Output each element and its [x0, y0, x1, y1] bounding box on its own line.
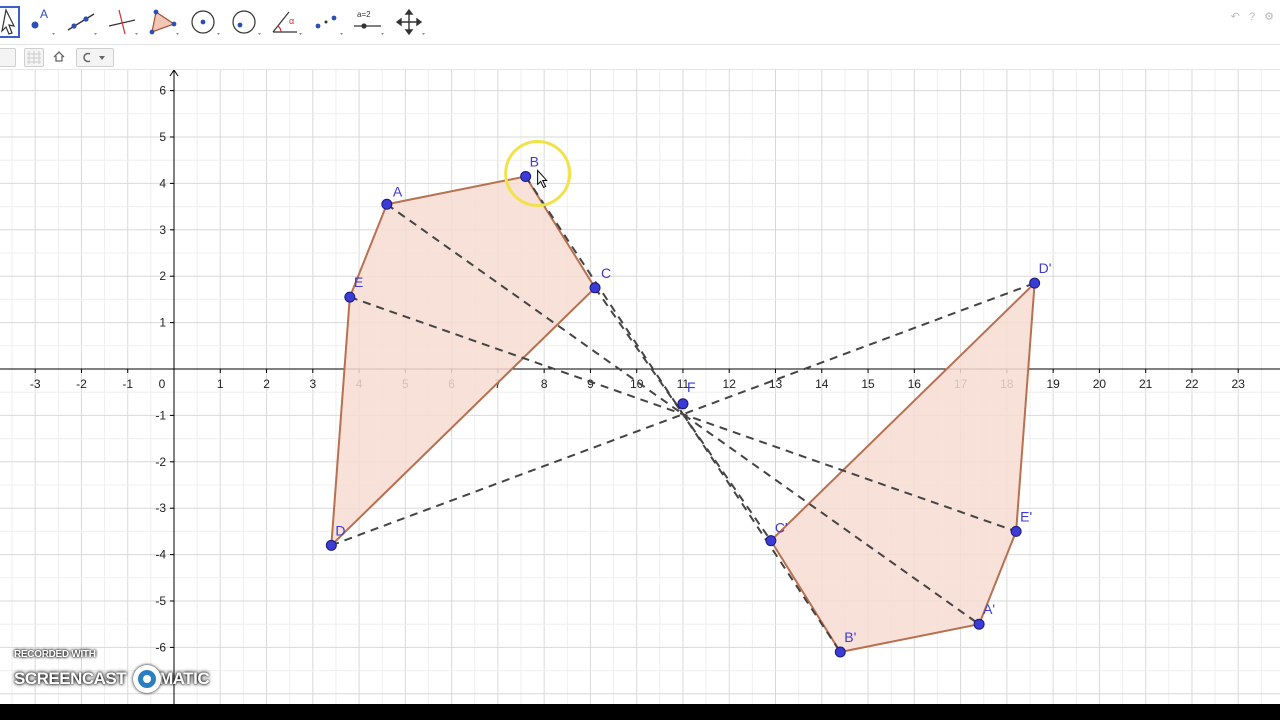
x-tick-label: 12 [723, 377, 737, 391]
y-tick-label: -3 [155, 501, 166, 515]
graphics-view[interactable]: -3-2-10123456789101112131415161718192021… [0, 70, 1280, 704]
axes-toggle-icon[interactable] [0, 48, 16, 67]
point-tool-icon[interactable]: A [22, 6, 56, 38]
x-tick-label: 0 [159, 377, 166, 391]
slider-tool-label: a=2 [357, 10, 371, 19]
toolbar: A α a=2 ↶ ? ⚙ [0, 0, 1280, 45]
slider-tool-icon[interactable]: a=2 [351, 6, 385, 38]
x-tick-label: 21 [1139, 377, 1153, 391]
polygon-abcde-image[interactable] [769, 280, 1036, 654]
point-label-f: F [687, 379, 696, 395]
y-tick-label: 2 [159, 269, 166, 283]
screencast-watermark: RECORDED WITH SCREENCAST MATIC [14, 649, 224, 694]
screencast-logo-icon [132, 665, 161, 693]
circle-three-points-tool-icon[interactable] [228, 6, 262, 38]
watermark-line1: RECORDED WITH [14, 649, 96, 660]
style-bar [0, 45, 1280, 70]
x-tick-label: 13 [769, 377, 783, 391]
point-label-a-prime: A' [983, 601, 995, 617]
polygon-tool-icon[interactable] [146, 6, 180, 38]
x-tick-label: 22 [1185, 377, 1199, 391]
point-d[interactable] [325, 539, 337, 551]
circle-tool-icon[interactable] [187, 6, 221, 38]
point-e[interactable] [344, 291, 356, 303]
point-b[interactable] [520, 170, 532, 182]
point-label-e: E [354, 274, 363, 290]
watermark-line2a: SCREENCAST [14, 669, 127, 688]
point-label-a: A [393, 183, 403, 199]
x-tick-label: 15 [861, 377, 875, 391]
angle-tool-icon[interactable]: α [269, 6, 303, 38]
y-tick-label: 1 [159, 316, 166, 330]
point-label-b: B [530, 153, 539, 169]
y-tick-label: -4 [155, 548, 166, 562]
x-tick-label: 8 [541, 377, 548, 391]
y-tick-label: -5 [155, 594, 166, 608]
point-b-prime[interactable] [834, 646, 846, 658]
reflect-tool-icon[interactable] [310, 6, 344, 38]
x-tick-label: 2 [263, 377, 270, 391]
point-label-b-prime: B' [844, 629, 856, 645]
x-tick-label: 19 [1046, 377, 1060, 391]
svg-text:α: α [289, 16, 294, 26]
toolbar-right-icons: ↶ ? ⚙ [1231, 10, 1274, 23]
y-tick-label: 4 [159, 176, 166, 190]
x-tick-label: 16 [908, 377, 922, 391]
line-tool-icon[interactable] [64, 6, 98, 38]
x-tick-label: 14 [815, 377, 829, 391]
y-tick-label: 3 [159, 223, 166, 237]
point-a[interactable] [381, 198, 393, 210]
x-tick-label: 23 [1232, 377, 1246, 391]
y-tick-label: -2 [155, 455, 166, 469]
y-tick-label: 5 [159, 130, 166, 144]
x-tick-label: 1 [217, 377, 224, 391]
point-d-prime[interactable] [1029, 277, 1041, 289]
point-label-c: C [601, 265, 611, 281]
point-label-e-prime: E' [1020, 508, 1032, 524]
move-tool-icon[interactable] [0, 6, 20, 38]
point-label-d: D [335, 522, 345, 538]
settings-icon[interactable]: ⚙ [1264, 11, 1274, 23]
watermark-line2b: MATIC [159, 669, 210, 688]
x-tick-label: 9 [587, 377, 594, 391]
grid-toggle-icon[interactable] [24, 48, 44, 67]
undo-icon[interactable]: ↶ [1231, 11, 1240, 23]
undo-dropdown-icon[interactable] [76, 48, 114, 67]
point-c[interactable] [589, 282, 601, 294]
polygon-abcde[interactable] [330, 175, 597, 548]
y-tick-label: -1 [155, 408, 166, 422]
point-f[interactable] [677, 398, 689, 410]
home-icon[interactable] [50, 48, 68, 65]
point-e-prime[interactable] [1010, 525, 1022, 537]
point-label-d-prime: D' [1039, 260, 1052, 276]
bottom-bar [0, 704, 1280, 720]
move-graphics-view-tool-icon[interactable] [392, 6, 426, 38]
point-label-c-prime: C' [775, 520, 788, 536]
x-tick-label: -1 [122, 377, 133, 391]
perpendicular-line-tool-icon[interactable] [105, 6, 139, 38]
y-tick-label: 6 [159, 84, 166, 98]
x-tick-label: 3 [309, 377, 316, 391]
x-tick-label: -3 [30, 377, 41, 391]
help-icon[interactable]: ? [1249, 11, 1255, 23]
x-tick-label: 20 [1093, 377, 1107, 391]
point-a-prime[interactable] [973, 618, 985, 630]
x-tick-label: -2 [76, 377, 87, 391]
mouse-cursor-icon [537, 169, 548, 189]
svg-text:A: A [40, 7, 48, 21]
point-c-prime[interactable] [765, 535, 777, 547]
coordinate-plane[interactable]: -3-2-10123456789101112131415161718192021… [0, 70, 1280, 704]
